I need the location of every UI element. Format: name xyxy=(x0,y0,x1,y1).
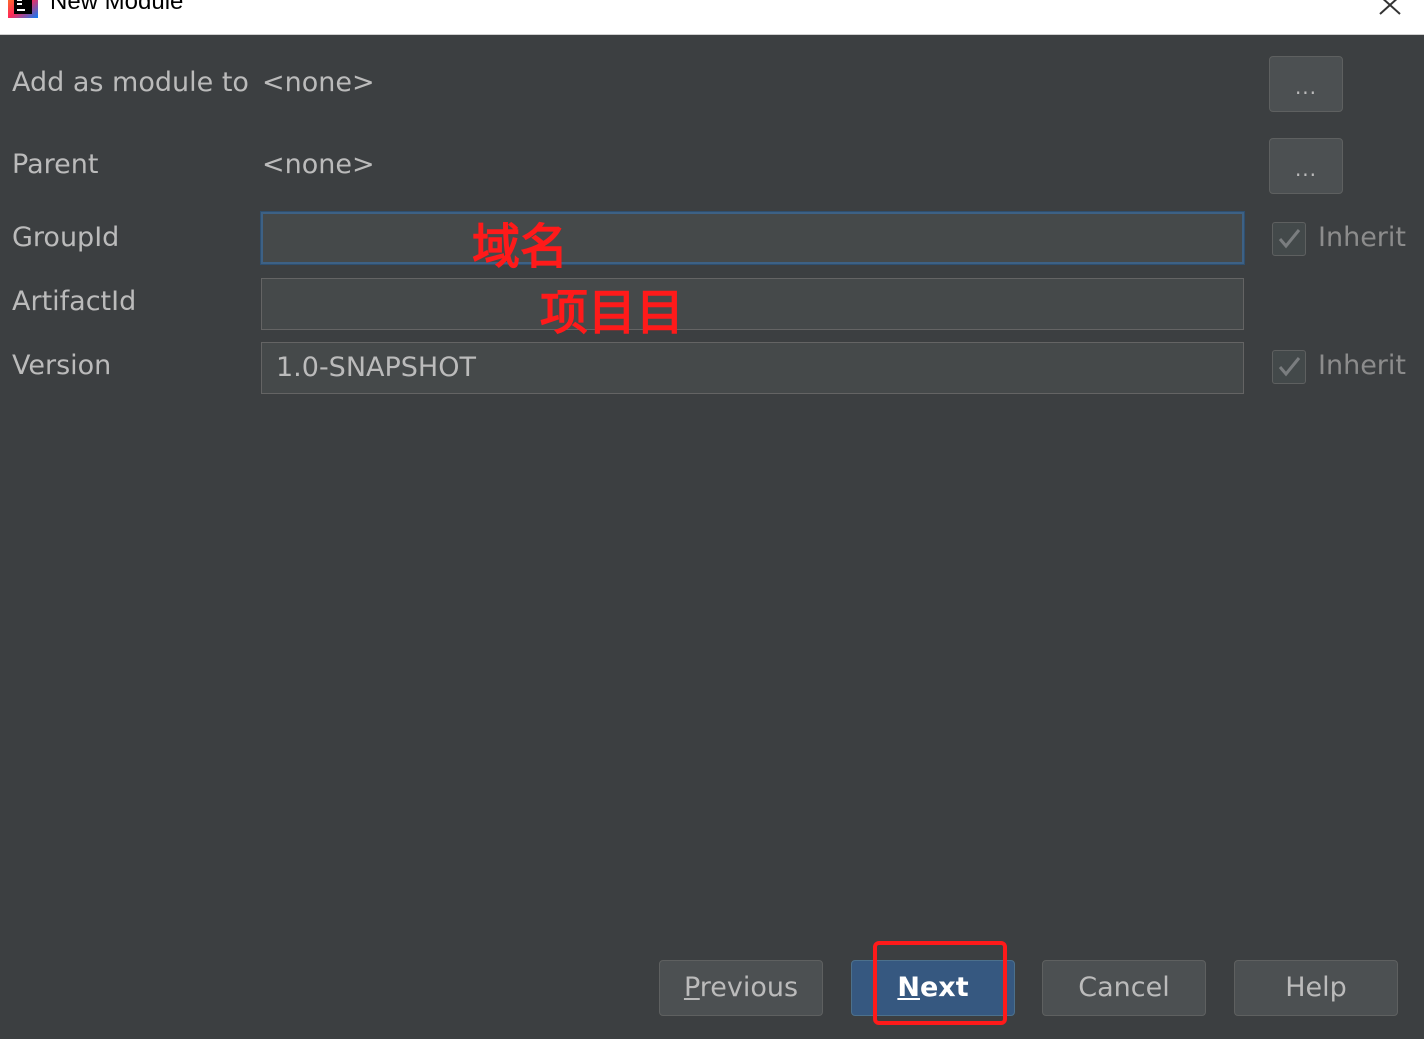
close-icon[interactable] xyxy=(1377,0,1403,18)
version-inherit-label: Inherit xyxy=(1318,350,1406,381)
title-bar: New Module xyxy=(0,0,1424,35)
group-id-label: GroupId xyxy=(12,222,120,253)
version-inherit-checkbox[interactable] xyxy=(1272,350,1306,384)
next-mnemonic: N xyxy=(897,972,920,1003)
group-id-inherit-checkbox[interactable] xyxy=(1272,222,1306,256)
add-as-module-value: <none> xyxy=(262,67,375,98)
next-button[interactable]: Next xyxy=(851,960,1015,1016)
next-button-label: ext xyxy=(919,972,969,1003)
browse-button-label: ... xyxy=(1294,157,1318,181)
dialog-body: Add as module to <none> ... Parent <none… xyxy=(0,35,1424,1039)
artifact-id-input[interactable] xyxy=(261,278,1244,330)
previous-button[interactable]: Previous xyxy=(659,960,823,1016)
help-button[interactable]: Help xyxy=(1234,960,1398,1016)
parent-label: Parent xyxy=(12,149,99,180)
add-as-module-browse-button[interactable]: ... xyxy=(1269,56,1343,112)
version-input[interactable]: 1.0-SNAPSHOT xyxy=(261,342,1244,394)
group-id-inherit-label: Inherit xyxy=(1318,222,1406,253)
checkmark-icon xyxy=(1278,229,1301,249)
previous-button-label: revious xyxy=(699,972,799,1003)
add-as-module-label: Add as module to xyxy=(12,67,249,98)
parent-value: <none> xyxy=(262,149,375,180)
intellij-idea-icon xyxy=(8,0,38,18)
checkmark-icon xyxy=(1278,357,1301,377)
parent-browse-button[interactable]: ... xyxy=(1269,138,1343,194)
group-id-input[interactable] xyxy=(261,212,1244,264)
cancel-button[interactable]: Cancel xyxy=(1042,960,1206,1016)
browse-button-label: ... xyxy=(1294,75,1318,99)
artifact-id-label: ArtifactId xyxy=(12,286,137,317)
previous-mnemonic: P xyxy=(683,972,700,1003)
window-title: New Module xyxy=(50,0,184,15)
version-label: Version xyxy=(12,350,112,381)
